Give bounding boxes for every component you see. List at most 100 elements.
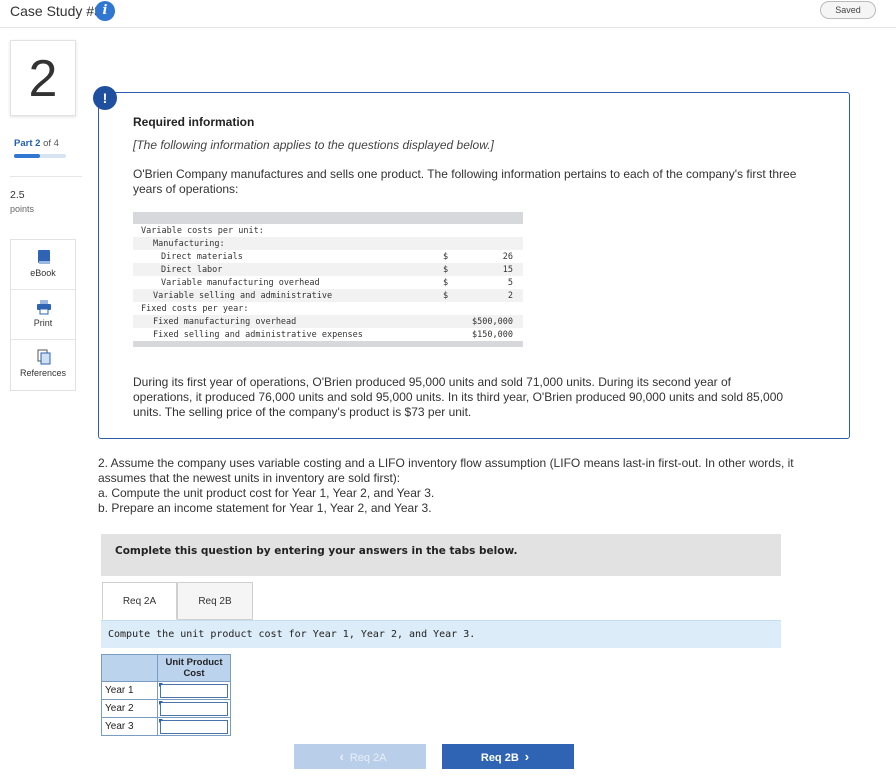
points-value: 2.5	[10, 189, 25, 201]
cost-row: Variable costs per unit:	[133, 224, 523, 237]
tab-req-2a[interactable]: Req 2A	[102, 582, 177, 620]
input-flag-icon	[159, 683, 163, 687]
assignment-title: Case Study #3	[10, 3, 102, 19]
prev-req-button[interactable]: ‹ Req 2A	[294, 744, 426, 769]
part-prefix: Part	[14, 138, 33, 149]
references-icon	[37, 349, 51, 365]
part-progress-fill	[14, 154, 40, 158]
next-req-label: Req 2B	[480, 752, 519, 764]
cost-value: $150,000	[472, 329, 513, 340]
cost-value: 5	[507, 277, 513, 288]
cost-row: Variable selling and administrative $2	[133, 289, 523, 302]
cost-row: Variable manufacturing overhead $5	[133, 276, 523, 289]
chevron-right-icon: ›	[524, 749, 530, 764]
cost-table: Variable costs per unit: Manufacturing: Di…	[133, 212, 523, 347]
prev-req-label: Req 2A	[349, 752, 387, 764]
input-flag-icon	[159, 701, 163, 705]
part-current: 2	[35, 138, 41, 149]
year-2-cell	[157, 699, 231, 718]
cost-value: 2	[467, 289, 523, 302]
top-bar: Case Study #3 i Saved	[0, 0, 896, 28]
cost-row: Direct materials $26	[133, 250, 523, 263]
table-row: Year 3	[101, 717, 231, 736]
instruction-bar: Compute the unit product cost for Year 1…	[101, 620, 781, 648]
year-3-unit-cost-input[interactable]	[160, 719, 228, 734]
cost-label: Manufacturing:	[133, 237, 443, 250]
ebook-label: eBook	[30, 268, 56, 278]
answer-table: Unit Product Cost Year 1 Year 2 Year 3	[101, 654, 231, 736]
cost-dollar-sign: $	[443, 277, 449, 288]
info-icon[interactable]: i	[95, 1, 115, 21]
cost-label: Direct materials	[161, 251, 243, 262]
row-label-year-1: Year 1	[101, 681, 158, 700]
cost-row: Manufacturing:	[133, 237, 523, 250]
year-2-unit-cost-input[interactable]	[160, 701, 228, 716]
cost-dollar-sign: $	[443, 263, 467, 276]
references-button[interactable]: References	[11, 340, 75, 390]
cost-dollar-sign	[443, 237, 467, 250]
row-label-year-2: Year 2	[101, 699, 158, 718]
points-label: points	[10, 204, 35, 214]
part-indicator: Part 2 of 4	[14, 138, 59, 149]
question-number: 2	[10, 40, 76, 116]
cost-label: Direct labor	[133, 263, 443, 276]
cost-row: Fixed manufacturing overhead $500,000	[133, 315, 523, 328]
unit-product-cost-header: Unit Product Cost	[157, 654, 231, 682]
answer-table-corner	[101, 654, 158, 682]
tab-req-2b[interactable]: Req 2B	[177, 582, 253, 620]
cost-dollar-sign	[443, 302, 467, 315]
year-1-cell	[157, 681, 231, 700]
cost-label: Variable costs per unit:	[141, 225, 264, 236]
cost-dollar-sign	[443, 315, 467, 328]
cost-row: Fixed selling and administrative expense…	[133, 328, 523, 341]
question-line-3: b. Prepare an income statement for Year …	[98, 501, 432, 515]
part-of: of 4	[43, 138, 59, 149]
printer-icon	[37, 300, 51, 315]
cost-dollar-sign: $	[443, 251, 449, 262]
row-label-year-3: Year 3	[101, 717, 158, 736]
cost-label: Fixed selling and administrative expense…	[153, 329, 363, 340]
required-info-panel: Required information [The following info…	[98, 92, 850, 439]
chevron-left-icon: ‹	[339, 749, 344, 764]
cost-label: Variable selling and administrative	[133, 289, 443, 302]
cost-table-header	[133, 212, 523, 224]
cost-row: Direct labor $15	[133, 263, 523, 276]
saved-status-button[interactable]: Saved	[820, 1, 876, 19]
table-row: Year 2	[101, 699, 231, 718]
question-line-1: 2. Assume the company uses variable cost…	[98, 456, 794, 485]
question-text: 2. Assume the company uses variable cost…	[98, 456, 838, 516]
complete-banner-text: Complete this question by entering your …	[115, 545, 518, 557]
year-1-unit-cost-input[interactable]	[160, 683, 228, 698]
cost-value: 15	[467, 263, 523, 276]
input-flag-icon	[159, 719, 163, 723]
cost-value	[467, 224, 523, 237]
cost-row: Fixed costs per year:	[133, 302, 523, 315]
cost-value: $500,000	[467, 315, 523, 328]
book-icon	[38, 250, 50, 264]
print-label: Print	[33, 318, 53, 328]
cost-dollar-sign	[443, 224, 467, 237]
cost-label: Variable manufacturing overhead	[161, 277, 320, 288]
cost-label: Fixed manufacturing overhead	[133, 315, 443, 328]
operations-paragraph: During its first year of operations, O'B…	[133, 375, 784, 419]
cost-dollar-sign: $	[443, 289, 467, 302]
complete-banner: Complete this question by entering your …	[101, 534, 781, 576]
cost-value: 26	[502, 251, 513, 262]
rail-divider	[10, 176, 82, 177]
required-info-intro: O'Brien Company manufactures and sells o…	[133, 167, 797, 196]
alert-icon: !	[93, 86, 117, 110]
part-progress-bar	[14, 154, 66, 158]
next-req-button[interactable]: Req 2B ›	[442, 744, 574, 769]
question-line-2: a. Compute the unit product cost for Yea…	[98, 486, 435, 500]
table-row: Year 1	[101, 681, 231, 700]
required-info-title: Required information	[133, 115, 255, 129]
cost-table-footer	[133, 341, 523, 347]
ebook-button[interactable]: eBook	[11, 240, 75, 290]
cost-dollar-sign	[443, 328, 467, 341]
cost-value	[467, 237, 523, 250]
references-label: References	[19, 368, 67, 378]
required-info-note: [The following information applies to th…	[133, 138, 494, 152]
print-button[interactable]: Print	[11, 290, 75, 340]
instruction-text: Compute the unit product cost for Year 1…	[108, 629, 476, 640]
cost-value	[467, 302, 523, 315]
